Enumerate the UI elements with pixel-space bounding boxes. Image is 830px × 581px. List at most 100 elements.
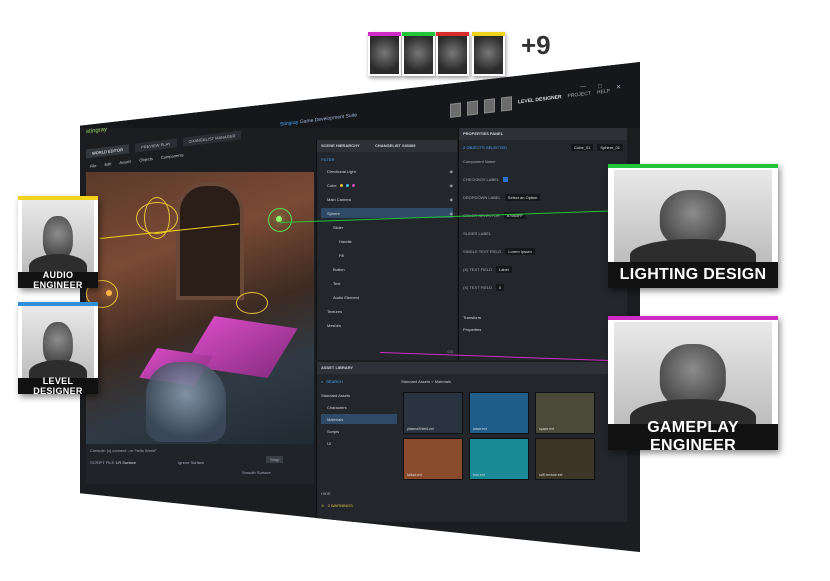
- light-source: [106, 290, 112, 296]
- snap-button[interactable]: Snap: [266, 456, 284, 463]
- section-properties[interactable]: Properties: [463, 324, 623, 334]
- property-label: DROPDOWN LABEL: [463, 194, 501, 200]
- script-file-value[interactable]: LR Surface: [116, 460, 136, 465]
- tab-preview-play[interactable]: PREVIEW PLAY: [135, 138, 177, 153]
- property-value-field[interactable]: 0: [495, 283, 505, 291]
- asset-tile[interactable]: wave.ext: [469, 392, 529, 434]
- section-transform[interactable]: Transform: [463, 312, 623, 322]
- light-gizmo[interactable]: [236, 292, 268, 314]
- asset-search[interactable]: ⌕ SEARCH: [321, 376, 391, 386]
- hierarchy-filter[interactable]: FILTER: [321, 154, 453, 164]
- asset-folder-label: Standard Assets: [321, 392, 351, 398]
- project-menu[interactable]: PROJECT: [568, 91, 591, 100]
- asset-folder[interactable]: Characters: [321, 402, 397, 412]
- asset-folder-label: Materials: [327, 416, 344, 422]
- console-line[interactable]: Console: [x] connect –m "hello World": [90, 448, 157, 453]
- property-row: CHECKBOX LABEL: [463, 174, 623, 184]
- tab-asset-library[interactable]: ASSET LIBRARY: [321, 365, 353, 370]
- hierarchy-item[interactable]: Meshes: [321, 320, 453, 330]
- property-value-field[interactable]: Label: [495, 265, 512, 273]
- current-user-role[interactable]: LEVEL DESIGNER: [518, 94, 562, 105]
- tab-changelist[interactable]: CHANGELIST 045389: [375, 143, 415, 148]
- tab-scene-hierarchy[interactable]: SCENE HIERARCHY: [321, 143, 360, 148]
- scene-gargoyle-statue: [146, 362, 226, 442]
- hierarchy-item[interactable]: Handle: [321, 236, 453, 246]
- viewport-status-bar: Console: [x] connect –m "hello World" SC…: [86, 444, 314, 484]
- portrait-photo: [22, 306, 94, 378]
- hierarchy-item[interactable]: Textures: [321, 306, 453, 316]
- property-label: CHECKBOX LABEL: [463, 176, 500, 182]
- hierarchy-item[interactable]: Button: [321, 264, 453, 274]
- visibility-eye-icon[interactable]: ◉: [450, 183, 454, 188]
- breadcrumb: Standard Assets > Materials: [401, 378, 451, 384]
- avatar-photo: [404, 36, 433, 74]
- asset-breadcrumb: Standard Assets > Materials: [401, 376, 521, 386]
- scene-viewport[interactable]: [86, 172, 314, 444]
- close-button[interactable]: ✕: [616, 84, 621, 92]
- asset-folder[interactable]: Scripts: [321, 426, 397, 436]
- property-row: (X) TEXT FIELD 0: [463, 282, 623, 292]
- hierarchy-item[interactable]: Fill: [321, 250, 453, 260]
- hierarchy-item[interactable]: Audio Element: [321, 292, 453, 302]
- card-accent: [608, 164, 778, 168]
- properties-header: PROPERTIES PANEL: [459, 128, 627, 140]
- collaborator-avatar-2[interactable]: [402, 32, 435, 76]
- selected-object-2[interactable]: Sphere_01: [597, 143, 623, 151]
- hide-toggle[interactable]: HIDE: [321, 488, 361, 498]
- visibility-eye-icon[interactable]: ◉: [450, 211, 454, 216]
- card-accent: [608, 316, 778, 320]
- card-label: AUDIO ENGINEER: [18, 270, 98, 290]
- properties-title: PROPERTIES PANEL: [463, 131, 504, 136]
- property-checkbox[interactable]: [503, 176, 509, 182]
- section-label: Properties: [463, 326, 482, 332]
- asset-tile[interactable]: tron.ext: [469, 438, 529, 480]
- property-value-field[interactable]: Select an Option: [504, 193, 541, 201]
- asset-tile[interactable]: scifi-texture.ext: [535, 438, 595, 480]
- asset-tile[interactable]: plasmaShield.ext: [403, 392, 463, 434]
- hierarchy-item[interactable]: Cube ◉: [321, 180, 453, 190]
- asset-folder[interactable]: Materials: [321, 414, 397, 424]
- visibility-eye-icon[interactable]: ◉: [450, 197, 454, 202]
- card-gameplay-engineer: GAMEPLAY ENGINEER: [608, 316, 778, 454]
- collaborator-mini-avatar[interactable]: [501, 96, 512, 112]
- tab-world-editor[interactable]: WORLD EDITOR: [86, 144, 130, 159]
- hierarchy-item[interactable]: Slider: [321, 222, 453, 232]
- asset-tile[interactable]: fallout.ext: [403, 438, 463, 480]
- hierarchy-item[interactable]: Text: [321, 278, 453, 288]
- property-value-field[interactable]: Lorem Ipsum: [505, 247, 535, 255]
- asset-folder[interactable]: UI: [321, 438, 397, 448]
- warnings-indicator[interactable]: ⚠ 2 WARNINGS: [321, 500, 381, 510]
- help-menu[interactable]: HELP: [597, 88, 610, 96]
- asset-tile-name: plasmaShield.ext: [407, 427, 434, 431]
- hide-label: HIDE: [321, 490, 331, 496]
- asset-tile-name: wave.ext: [473, 427, 487, 431]
- property-label: SINGLE TEXT FIELD: [463, 248, 502, 254]
- menu-file[interactable]: File: [90, 163, 96, 169]
- collaborator-avatar-4[interactable]: [472, 32, 505, 76]
- collaborator-mini-avatar[interactable]: [467, 100, 478, 116]
- tab-changelist-manager[interactable]: CHANGELIST MANAGER: [182, 130, 242, 147]
- ignore-surface-option[interactable]: Ignore Surface: [178, 460, 204, 465]
- property-label: Component Name: [463, 158, 496, 164]
- portrait-shoulders: [629, 239, 757, 262]
- asset-tile[interactable]: space.ext: [535, 392, 595, 434]
- menu-objects[interactable]: Objects: [139, 156, 153, 163]
- menu-edit[interactable]: Edit: [104, 161, 111, 167]
- property-label: SLIDER LABEL: [463, 230, 492, 236]
- asset-folder[interactable]: Standard Assets: [321, 390, 391, 400]
- collaborator-avatar-1[interactable]: [368, 32, 401, 76]
- hierarchy-item[interactable]: Directional Light ◉: [321, 166, 453, 176]
- hierarchy-header: SCENE HIERARCHY CHANGELIST 045389: [317, 140, 457, 152]
- menu-components[interactable]: Components: [161, 152, 184, 160]
- menu-assets[interactable]: Assets: [119, 159, 131, 165]
- hierarchy-item[interactable]: Main Camera ◉: [321, 194, 453, 204]
- collaborator-avatar-3[interactable]: [436, 32, 469, 76]
- selection-summary: 2 OBJECTS SELECTED Cube_01 Sphere_01: [463, 142, 623, 152]
- visibility-eye-icon[interactable]: ◉: [450, 169, 454, 174]
- smooth-surface-option[interactable]: Smooth Surface: [242, 470, 271, 475]
- hierarchy-item-label: Handle: [339, 238, 352, 244]
- selected-object-1[interactable]: Cube_01: [571, 143, 594, 151]
- collaborator-mini-avatar[interactable]: [450, 102, 461, 118]
- more-collaborators-count[interactable]: +9: [521, 30, 551, 61]
- collaborator-mini-avatar[interactable]: [484, 98, 495, 114]
